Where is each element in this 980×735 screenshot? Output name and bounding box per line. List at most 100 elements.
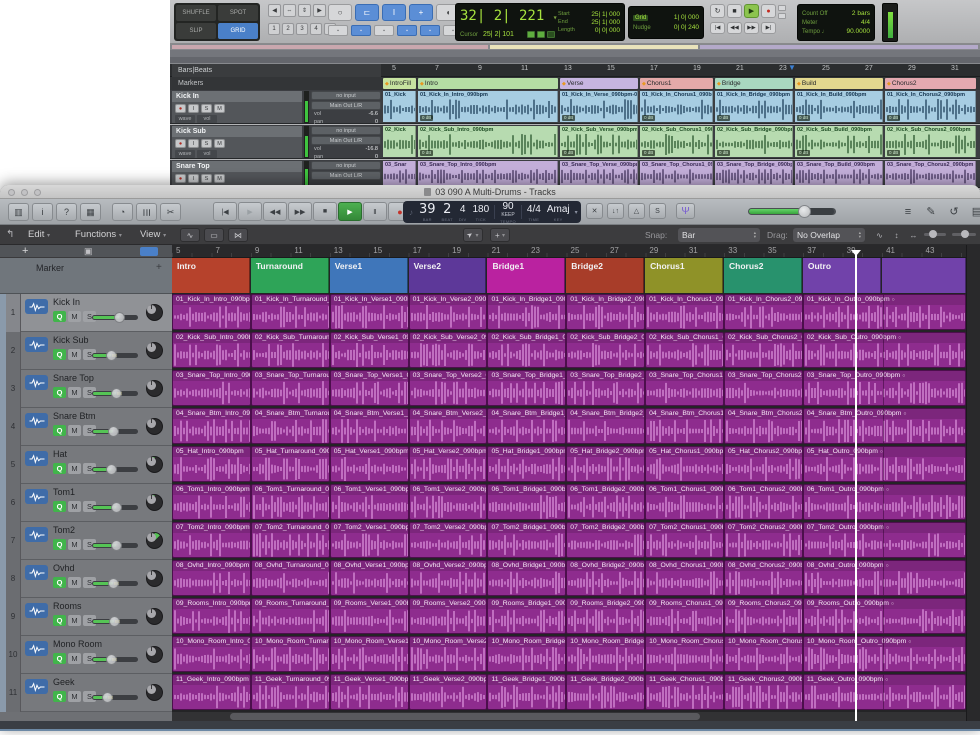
list-editors-icon[interactable]: ≡ [900,204,916,219]
track-name[interactable]: Kick Sub [53,335,89,345]
audio-region[interactable]: 03_Snare_Top_Outro_090bpm○ [803,370,966,406]
zoom-arrow-button[interactable]: ◀ [268,4,281,17]
audio-region[interactable]: 01_Kick_In_Intro_090bpm0 dB [418,91,558,122]
audio-region[interactable]: 06_Tom1_Turnaround_090bpm [251,484,330,520]
audio-region[interactable]: 07_Tom2_Bridge2_090bpm [566,522,645,558]
audio-region[interactable]: 02_Kick_Sub_Outro_090bpm○ [803,332,966,368]
count-off-panel[interactable]: Count Off 2 bars Meter 4/4 Tempo ♩ 90.00… [797,4,875,41]
audio-region[interactable]: 06_Tom1_Verse2_090bpm [409,484,488,520]
track-mute-button[interactable]: M [68,349,81,360]
audio-region[interactable]: 11_Geek_Verse2_090bpm [409,674,488,710]
audio-region[interactable]: 01_Kick_In_Verse1_090bpm [330,294,409,330]
counter-chevron-icon[interactable]: ▾ [553,13,558,22]
edit-menu[interactable]: Edit ▾ [28,225,50,246]
vertical-zoom-icon[interactable]: ↕ [889,229,904,241]
audio-region[interactable]: 09_Rooms_Chorus2_090bpm [724,598,803,634]
mode-button-shuffle[interactable]: SHUFFLE [176,5,216,21]
audio-region[interactable]: 02_Kick_Sub_Intro_090bpm0 dB [418,126,558,157]
zoom-arrow-button[interactable]: ▶ [313,4,326,17]
audio-region[interactable]: 02_Kick_Sub_Verse_090bpm0 dB [560,126,638,157]
audio-region[interactable]: 10_Mono_Room_Chorus2_090bpm [724,636,803,672]
audio-region[interactable]: 04_Snare_Btm_Bridge2_090bpm [566,408,645,444]
section-marker-continuation[interactable] [882,258,966,293]
audio-region[interactable]: 03_Snare_Top_Bridge2_090bpm [566,370,645,406]
edit-mini-button[interactable]: ▪ [328,25,348,36]
audio-region[interactable]: 05_Hat_Bridge1_090bpm [487,446,566,482]
horizontal-zoom-slider[interactable] [952,233,976,236]
track-name[interactable]: Geek [53,677,75,687]
scrollbar-thumb[interactable] [230,713,700,720]
audio-region[interactable]: 11_Geek_Bridge2_090bpm [566,674,645,710]
track-quantize-button[interactable]: Q [53,387,66,398]
audio-region[interactable]: 01_Kick_In_Verse_090bpm-010 dB [560,91,638,122]
track-volume-slider[interactable] [92,657,138,662]
audio-region[interactable]: 01_Kick_In_Chorus2_090bpm [724,294,803,330]
pointer-tool-button[interactable]: ➤ ▾ [463,228,483,242]
track-quantize-button[interactable]: Q [53,501,66,512]
audio-region[interactable]: 04_Snare_Btm_Chorus2_090bpm [724,408,803,444]
audio-region[interactable]: 02_Kick_Sub_Bridge2_090bpm [566,332,645,368]
fast-forward-button[interactable]: ▶▶ [744,22,759,34]
audio-region[interactable]: 10_Mono_Room_Verse2_090bpm [409,636,488,672]
lcd-position-tick[interactable]: 180TICK [472,203,489,222]
audio-region[interactable]: 11_Geek_Intro_090bpm [172,674,251,710]
track-header-kick-sub[interactable]: 2Kick SubQMS [0,332,172,370]
main-counter[interactable]: 32| 2| 221 ▾ Cursor 25| 2| 101 Start25| … [455,3,625,41]
forward-button[interactable]: ▶▶ [288,202,312,221]
volume-knob[interactable] [108,578,119,589]
edit-mini-button[interactable]: ▪ [351,25,371,36]
edit-mini-button[interactable]: ▪ [374,25,394,36]
audio-region[interactable]: 03_Snare_Top_Chorus2_090bpm [885,161,976,186]
audio-region[interactable]: 05_Hat_Verse2_090bpm [409,446,488,482]
vol-value[interactable]: -6.6 [369,111,378,118]
audio-region[interactable]: 07_Tom2_Intro_090bpm [172,522,251,558]
audio-region[interactable]: 07_Tom2_Verse1_090bpm [330,522,409,558]
track-button-M[interactable]: M [214,104,225,113]
audio-region[interactable]: 11_Geek_Verse1_090bpm [330,674,409,710]
horizontal-zoom-icon[interactable]: ↔ [906,229,921,241]
track-quantize-button[interactable]: Q [53,349,66,360]
audio-region[interactable]: 09_Rooms_Bridge1_090bpm [487,598,566,634]
audio-region[interactable]: 06_Tom1_Intro_090bpm [172,484,251,520]
audio-region[interactable]: 02_Kick_Sub_Chorus2_090bpm0 dB [885,126,976,157]
audio-region[interactable]: 08_Ovhd_Verse1_090bpm [330,560,409,596]
audio-region[interactable]: 03_Snare_Top_Turnaround_090bpm [251,370,330,406]
audio-region[interactable]: 03_Snare_Top_Verse_090bpm [560,161,638,186]
view-menu[interactable]: View ▾ [140,225,166,246]
track-volume-slider[interactable] [92,619,138,624]
audio-region[interactable]: 02_Kick_Sub_Chorus1_090bpm [645,332,724,368]
audio-region[interactable]: 01_Kick_In_Intro_090bpm [172,294,251,330]
loop-playback-button[interactable]: ↻ [710,4,725,18]
marquee-region-icon[interactable]: ▭ [204,228,224,242]
audio-region[interactable]: 02_Kick_Sub_Build_090bpm0 dB [795,126,883,157]
audio-region[interactable]: 03_Snare_Top_Intro_090bpm [172,370,251,406]
audio-region[interactable]: 03_Snare_Top_Verse2_090bpm [409,370,488,406]
audio-region[interactable]: 05_Hat_Verse1_090bpm [330,446,409,482]
volume-knob[interactable] [106,350,117,361]
audio-region[interactable]: 08_Ovhd_Outro_090bpm○ [803,560,966,596]
edit-mini-button[interactable]: ▪ [420,25,440,36]
audio-region[interactable]: 01_Kick_In_Bridge2_090bpm [566,294,645,330]
io-button[interactable]: Main Out L/R [311,101,381,110]
audio-region[interactable]: 02_Kick_Sub_Verse2_090bpm [409,332,488,368]
io-button[interactable]: no input [311,91,381,100]
audio-region[interactable]: 07_Tom2_Chorus2_090bpm [724,522,803,558]
audio-region[interactable]: 06_Tom1_Bridge2_090bpm [566,484,645,520]
audio-region[interactable]: 03_Snare_Top_Bridge1_090bpm [487,370,566,406]
bars-beats-ruler[interactable]: Bars|Beats 5791113151719212325272931 [170,64,980,77]
track-button-●[interactable]: ● [175,174,186,183]
grid-value[interactable]: 1| 0| 000 [674,14,699,21]
track-mute-button[interactable]: M [68,615,81,626]
grabber-tool-icon[interactable]: + [409,4,433,21]
marker-chorus2[interactable]: ◆Chorus2 [885,78,976,89]
audio-region[interactable]: 09_Rooms_Outro_090bpm○ [803,598,966,634]
volume-knob[interactable] [106,654,117,665]
smart-controls-icon[interactable]: ◔ [112,203,133,221]
track-button-●[interactable]: ● [175,104,186,113]
track-quantize-button[interactable]: Q [53,691,66,702]
track-quantize-button[interactable]: Q [53,615,66,626]
audio-region[interactable]: 02_Kick_Sub_Chorus1_090bpm0 dB [640,126,713,157]
audio-region[interactable]: 10_Mono_Room_Turnaround_090bpm [251,636,330,672]
track-name[interactable]: Snare Top [53,373,94,383]
track-button-M[interactable]: M [214,139,225,148]
